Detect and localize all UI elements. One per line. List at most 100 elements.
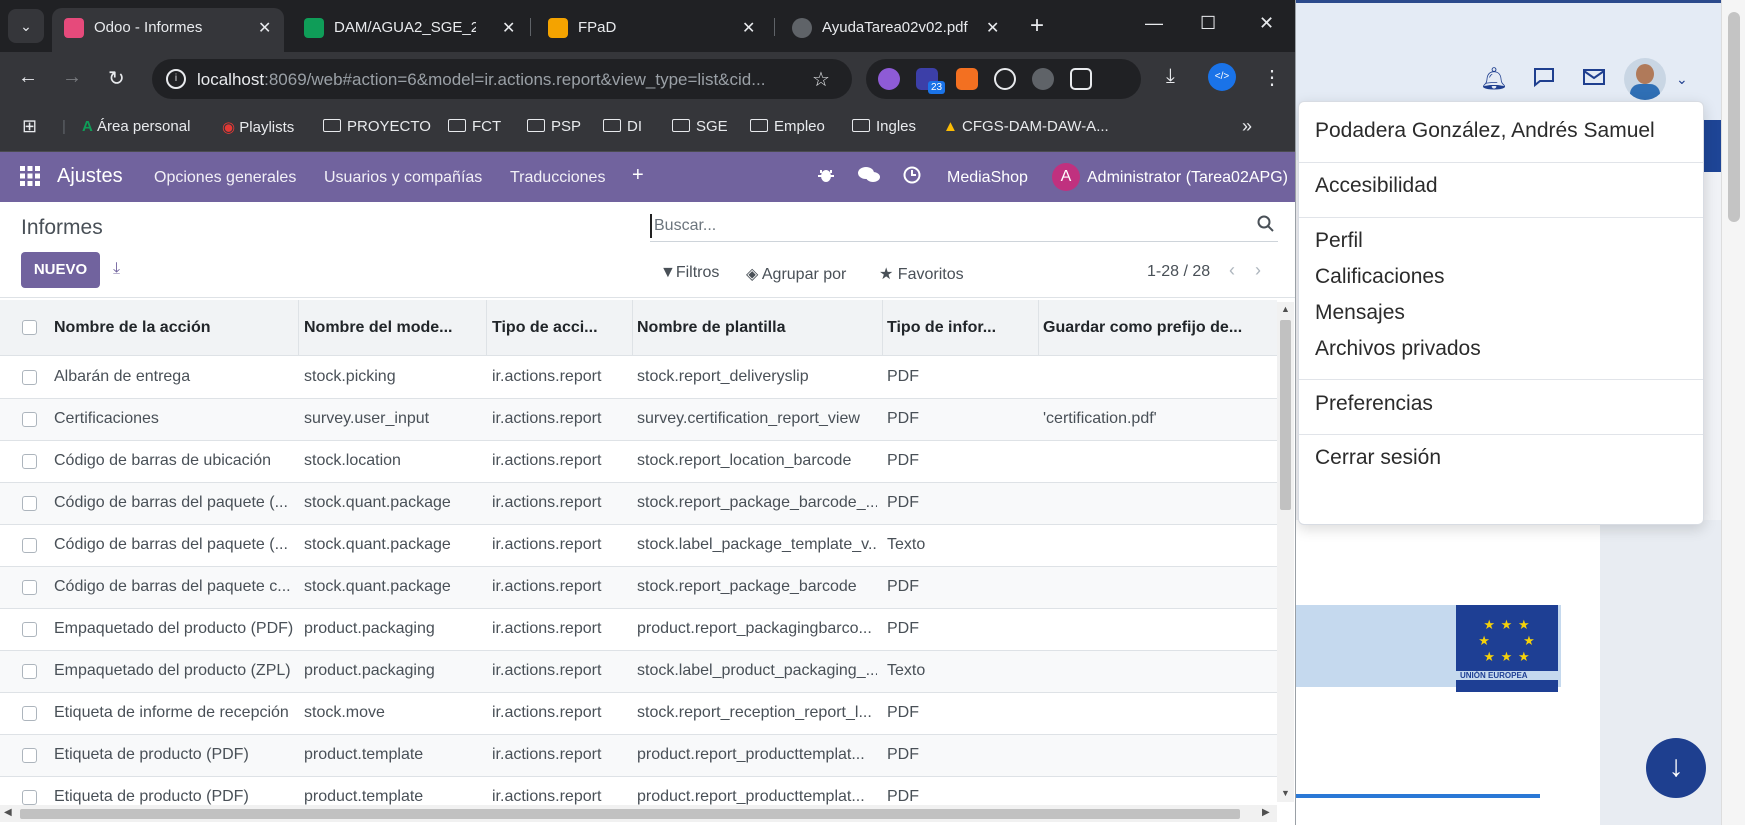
- bell-icon[interactable]: 🔔︎: [1480, 65, 1508, 93]
- angular-extension-icon[interactable]: [1032, 68, 1054, 90]
- tab-fpad[interactable]: FPaD ✕: [536, 8, 768, 52]
- site-info-icon[interactable]: i: [166, 69, 186, 89]
- mail-icon[interactable]: [1580, 65, 1608, 93]
- table-row[interactable]: Certificaciones survey.user_input ir.actio…: [0, 399, 1277, 441]
- menu-item-preferencias[interactable]: Preferencias: [1315, 392, 1433, 416]
- table-row[interactable]: Empaquetado del producto (ZPL) product.pa…: [0, 651, 1277, 693]
- chat-icon[interactable]: [858, 166, 880, 189]
- app-title[interactable]: Ajustes: [57, 165, 123, 188]
- close-icon[interactable]: ✕: [986, 18, 999, 38]
- table-row[interactable]: Etiqueta de informe de recepción stock.mo…: [0, 693, 1277, 735]
- download-icon[interactable]: ⤓: [1166, 65, 1175, 88]
- row-checkbox[interactable]: [22, 538, 37, 553]
- search-icon[interactable]: [1257, 215, 1274, 237]
- row-checkbox[interactable]: [22, 664, 37, 679]
- row-checkbox[interactable]: [22, 454, 37, 469]
- row-checkbox[interactable]: [22, 412, 37, 427]
- tab-search-button[interactable]: ⌄: [8, 9, 44, 43]
- filters-button[interactable]: ▼Filtros: [660, 264, 719, 282]
- favorites-button[interactable]: ★ Favoritos: [879, 264, 964, 284]
- close-icon[interactable]: ✕: [502, 18, 515, 38]
- company-switcher[interactable]: MediaShop: [947, 169, 1028, 187]
- bookmark-ingles[interactable]: Ingles: [852, 118, 916, 135]
- bookmark-psp[interactable]: PSP: [527, 118, 581, 135]
- reload-button[interactable]: ↻: [108, 66, 125, 91]
- bookmark-playlists[interactable]: ◉ Playlists: [222, 118, 294, 136]
- apps-menu-icon[interactable]: [20, 166, 40, 192]
- bookmark-star-icon[interactable]: ☆: [812, 67, 830, 92]
- background-scrollbar[interactable]: [1721, 0, 1745, 825]
- column-header[interactable]: Nombre de plantilla: [637, 319, 877, 337]
- tab-odoo[interactable]: Odoo - Informes ✕: [52, 8, 284, 52]
- column-header[interactable]: Tipo de infor...: [887, 319, 1037, 337]
- menu-item-accesibilidad[interactable]: Accesibilidad: [1315, 174, 1438, 198]
- bookmark-cfgs[interactable]: ▲ CFGS-DAM-DAW-A...: [943, 118, 1109, 135]
- table-row[interactable]: Albarán de entrega stock.picking ir.action…: [0, 357, 1277, 399]
- sync-extension-icon[interactable]: [956, 68, 978, 90]
- table-row[interactable]: Código de barras del paquete c... stock.q…: [0, 567, 1277, 609]
- column-header[interactable]: Guardar como prefijo de...: [1043, 319, 1273, 337]
- maximize-button[interactable]: ☐: [1200, 13, 1216, 34]
- tab-dam[interactable]: DAM/AGUA2_SGE_242 ✕: [292, 8, 524, 52]
- table-row[interactable]: Empaquetado del producto (PDF) product.pa…: [0, 609, 1277, 651]
- clock-icon[interactable]: [903, 166, 921, 189]
- row-checkbox[interactable]: [22, 790, 37, 805]
- bookmark-empleo[interactable]: Empleo: [750, 118, 825, 135]
- bookmark-sge[interactable]: SGE: [672, 118, 728, 135]
- minimize-button[interactable]: —: [1145, 13, 1163, 34]
- column-header[interactable]: Tipo de acci...: [492, 319, 632, 337]
- table-row[interactable]: Etiqueta de producto (PDF) product.templa…: [0, 777, 1277, 805]
- bookmarks-more-button[interactable]: »: [1242, 116, 1252, 137]
- row-checkbox[interactable]: [22, 496, 37, 511]
- url-text[interactable]: localhost:8069/web#action=6&model=ir.act…: [197, 70, 807, 90]
- user-menu-toggle[interactable]: Administrator (Tarea02APG): [1087, 169, 1288, 187]
- menu-item-mensajes[interactable]: Mensajes: [1315, 301, 1405, 325]
- pager-value[interactable]: 1-28 / 28: [1147, 263, 1210, 281]
- row-checkbox[interactable]: [22, 622, 37, 637]
- menu-kebab-icon[interactable]: ⋮: [1262, 65, 1282, 90]
- bookmark-area-personal[interactable]: A Área personal: [82, 118, 190, 135]
- group-by-button[interactable]: ◈ Agrupar por: [746, 264, 846, 284]
- back-button[interactable]: ←: [18, 66, 38, 89]
- gear-extension-icon[interactable]: [878, 68, 900, 90]
- menu-usuarios-companias[interactable]: Usuarios y compañías: [324, 169, 482, 187]
- pager-previous-icon[interactable]: ‹: [1229, 260, 1235, 281]
- horizontal-scrollbar[interactable]: ◀ ▶: [0, 805, 1277, 822]
- select-all-checkbox[interactable]: [22, 320, 37, 335]
- user-avatar[interactable]: A: [1052, 163, 1080, 191]
- new-button[interactable]: NUEVO: [21, 252, 100, 288]
- menu-item-archivos-privados[interactable]: Archivos privados: [1315, 337, 1481, 361]
- row-checkbox[interactable]: [22, 580, 37, 595]
- download-icon[interactable]: ⤓: [113, 260, 120, 278]
- column-header[interactable]: Nombre del mode...: [304, 319, 484, 337]
- forward-button[interactable]: →: [62, 66, 82, 89]
- row-checkbox[interactable]: [22, 706, 37, 721]
- search-input[interactable]: [650, 214, 1240, 238]
- table-row[interactable]: Código de barras del paquete (... stock.q…: [0, 525, 1277, 567]
- menu-item-perfil[interactable]: Perfil: [1315, 229, 1363, 253]
- new-tab-button[interactable]: +: [1030, 12, 1044, 40]
- column-header[interactable]: Nombre de la acción: [54, 319, 294, 337]
- react-extension-icon[interactable]: [994, 68, 1016, 90]
- vertical-scrollbar[interactable]: ▲ ▼: [1277, 302, 1294, 802]
- user-avatar[interactable]: [1624, 58, 1666, 100]
- bug-icon[interactable]: [817, 166, 835, 189]
- chat-icon[interactable]: [1530, 65, 1558, 93]
- address-bar[interactable]: i localhost:8069/web#action=6&model=ir.a…: [152, 59, 852, 99]
- close-window-button[interactable]: ✕: [1259, 13, 1274, 34]
- table-row[interactable]: Código de barras de ubicación stock.locat…: [0, 441, 1277, 483]
- bookmark-di[interactable]: DI: [603, 118, 642, 135]
- tab-pdf[interactable]: AyudaTarea02v02.pdf ✕: [780, 8, 1012, 52]
- table-row[interactable]: Etiqueta de producto (PDF) product.templa…: [0, 735, 1277, 777]
- chevron-down-icon[interactable]: ⌄: [1676, 71, 1688, 88]
- plus-icon[interactable]: +: [632, 164, 644, 187]
- close-icon[interactable]: ✕: [742, 18, 755, 38]
- menu-opciones-generales[interactable]: Opciones generales: [154, 169, 296, 187]
- close-icon[interactable]: ✕: [258, 18, 271, 38]
- row-checkbox[interactable]: [22, 370, 37, 385]
- menu-item-calificaciones[interactable]: Calificaciones: [1315, 265, 1445, 289]
- menu-item-cerrar-sesion[interactable]: Cerrar sesión: [1315, 446, 1441, 470]
- table-row[interactable]: Código de barras del paquete (... stock.q…: [0, 483, 1277, 525]
- menu-traducciones[interactable]: Traducciones: [510, 169, 605, 187]
- scroll-down-button[interactable]: ↓: [1646, 738, 1706, 798]
